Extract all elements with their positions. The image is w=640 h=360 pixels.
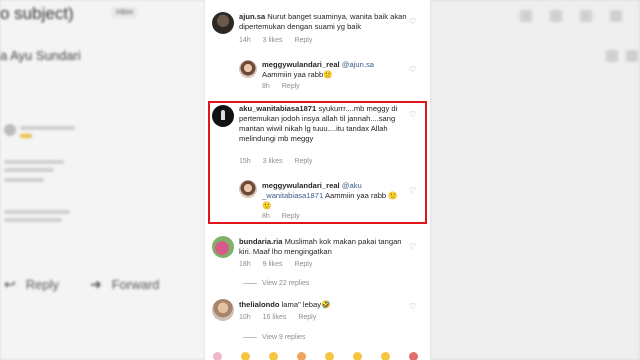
- emoji-heart-eyes-icon[interactable]: [213, 352, 222, 360]
- comment-body: Nurut banget suaminya, wanita baik akan …: [239, 12, 407, 31]
- comment-meta: 8h Reply: [262, 83, 310, 90]
- avatar[interactable]: [239, 60, 257, 78]
- blurred-line: [4, 160, 64, 164]
- toolbar-icon: [550, 10, 562, 22]
- blurred-line: [20, 126, 75, 130]
- toolbar-icon: [520, 10, 532, 22]
- comment-text: bundaria.ria Muslimah kok makan pakai ta…: [239, 237, 407, 257]
- emoji-fire-icon[interactable]: [297, 352, 306, 360]
- inbox-badge: Inbox: [112, 7, 138, 18]
- comment-meta: 18h 9 likes Reply: [239, 261, 322, 268]
- email-sender: a Ayu Sundari: [0, 48, 81, 63]
- toolbar-icon: [610, 10, 622, 22]
- comment-body: lama" lebay: [281, 300, 322, 309]
- comment-body: Aammiin yaa rabb: [262, 70, 324, 79]
- comment-text: thelialondo lama" lebay🤣: [239, 300, 407, 310]
- view-replies-label: View 9 replies: [262, 334, 306, 341]
- emoji: 🤣: [321, 300, 331, 309]
- mention-link[interactable]: @ajun.sa: [342, 60, 374, 69]
- emoji-clap-icon[interactable]: [325, 352, 334, 360]
- comment-username[interactable]: thelialondo: [239, 300, 280, 309]
- avatar[interactable]: [212, 236, 234, 258]
- reply-link[interactable]: Reply: [294, 261, 312, 268]
- email-subject: o subject): [0, 4, 74, 23]
- comment-likes[interactable]: 3 likes: [263, 37, 283, 44]
- divider: [243, 282, 257, 284]
- blurred-line: [4, 218, 62, 222]
- emoji-heart-icon[interactable]: [409, 352, 418, 360]
- reply-label: Reply: [25, 277, 59, 292]
- emoji-laugh-icon[interactable]: [241, 352, 250, 360]
- forward-label: Forward: [111, 277, 160, 292]
- heart-icon[interactable]: ♡: [409, 18, 416, 26]
- forward-button[interactable]: ➜ Forward: [90, 276, 159, 293]
- comment-time: 10h: [239, 314, 251, 321]
- reply-link[interactable]: Reply: [298, 314, 316, 321]
- comment-text: ajun.sa Nurut banget suaminya, wanita ba…: [239, 12, 407, 32]
- toolbar-icon: [626, 50, 638, 62]
- comment-time: 14h: [239, 37, 251, 44]
- comment-username[interactable]: meggywulandari_real: [262, 60, 340, 69]
- blurred-line: [4, 210, 70, 214]
- avatar: [4, 124, 16, 136]
- highlight-box: [208, 101, 427, 224]
- view-replies-label: View 22 replies: [262, 280, 310, 287]
- emoji-wow-icon[interactable]: [353, 352, 362, 360]
- comment-meta: 10h 16 likes Reply: [239, 314, 326, 321]
- comment-meta: 14h 3 likes Reply: [239, 37, 322, 44]
- emoji-cry-icon[interactable]: [381, 352, 390, 360]
- view-replies-link[interactable]: View 9 replies: [243, 334, 305, 341]
- comment-username[interactable]: ajun.sa: [239, 12, 265, 21]
- blurred-line: [4, 168, 54, 172]
- blurred-line: [4, 178, 44, 182]
- reply-button[interactable]: ↩ Reply: [4, 276, 59, 293]
- avatar[interactable]: [212, 12, 234, 34]
- comment-text: meggywulandari_real @ajun.sa Aammiin yaa…: [262, 60, 402, 80]
- reply-link[interactable]: Reply: [282, 83, 300, 90]
- toolbar-icon: [580, 10, 592, 22]
- blurred-line: [20, 134, 32, 138]
- reply-arrow-icon: ↩: [4, 276, 16, 292]
- heart-icon[interactable]: ♡: [409, 243, 416, 251]
- background-email-left: o subject) Inbox a Ayu Sundari ↩ Reply ➜ F…: [0, 0, 205, 360]
- toolbar-icon: [606, 50, 618, 62]
- forward-arrow-icon: ➜: [90, 276, 102, 292]
- reply-link[interactable]: Reply: [294, 37, 312, 44]
- view-replies-link[interactable]: View 22 replies: [243, 280, 309, 287]
- avatar[interactable]: [212, 299, 234, 321]
- emoji: 🙂: [323, 70, 333, 79]
- comment-time: 8h: [262, 83, 270, 90]
- heart-icon[interactable]: ♡: [409, 303, 416, 311]
- divider: [243, 336, 257, 338]
- background-email-right: [430, 0, 640, 360]
- emoji-smile-icon[interactable]: [269, 352, 278, 360]
- comment-username[interactable]: bundaria.ria: [239, 237, 282, 246]
- emoji-quick-bar: [205, 352, 430, 360]
- heart-icon[interactable]: ♡: [409, 66, 416, 74]
- comment-likes[interactable]: 16 likes: [263, 314, 287, 321]
- comment-time: 18h: [239, 261, 251, 268]
- comment-likes[interactable]: 9 likes: [263, 261, 283, 268]
